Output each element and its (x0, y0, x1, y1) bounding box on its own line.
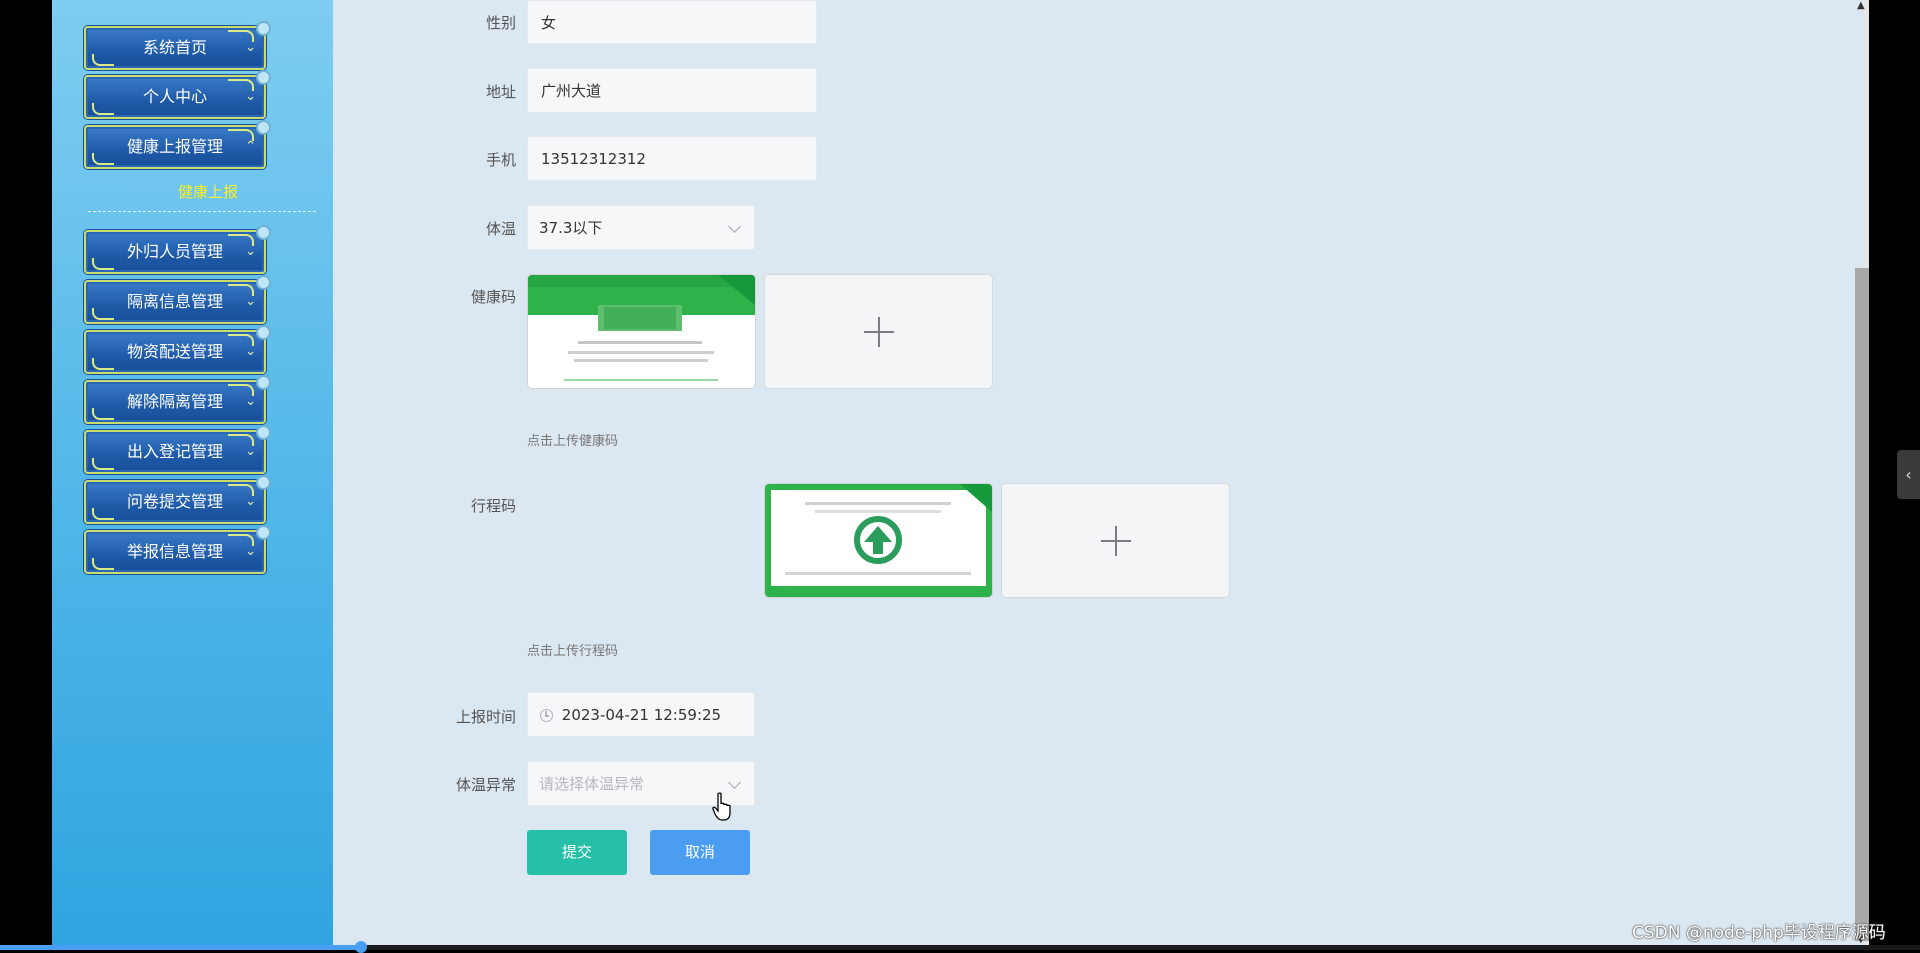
nav-label: 解除隔离管理 (126, 392, 223, 411)
plus-icon (1100, 525, 1131, 556)
nav-release-quarantine-button[interactable]: 解除隔离管理 ⌄ (84, 375, 271, 424)
clock-icon (540, 709, 553, 722)
main-content: 性别 女 地址 广州大道 手机 13512312312 体温 37.3以下 健康… (333, 0, 1864, 950)
chevron-down-icon (728, 776, 741, 789)
health-code-hint: 点击上传健康码 (527, 434, 619, 449)
chevron-down-icon: ⌄ (245, 544, 256, 559)
nav-label: 出入登记管理 (126, 442, 223, 461)
divider (88, 211, 316, 212)
chevron-down-icon (728, 220, 741, 233)
sidebar-subitem-health-report[interactable]: 健康上报 (178, 181, 238, 202)
trip-code-upload-button[interactable] (1001, 483, 1230, 598)
temperature-select[interactable]: 37.3以下 (527, 205, 755, 250)
mouse-pointer-icon (712, 792, 734, 826)
phone-field[interactable]: 13512312312 (527, 136, 817, 181)
phone-label: 手机 (485, 151, 516, 169)
chevron-down-icon: ⌄ (245, 344, 256, 359)
sidebar: 系统首页 ⌄ 个人中心 ⌄ 健康上报管理 ⌃ 健康上报 外归人员管理 ⌄ 隔离信… (52, 0, 333, 950)
scroll-up-arrow-icon[interactable]: ▲ (1857, 0, 1865, 11)
gender-field[interactable]: 女 (527, 0, 817, 44)
health-code-thumbnail[interactable] (527, 274, 756, 389)
trip-code-label: 行程码 (470, 497, 516, 515)
temperature-abnormal-label: 体温异常 (455, 776, 516, 794)
trip-code-hint: 点击上传行程码 (527, 644, 619, 659)
chevron-left-icon: ‹ (1905, 465, 1912, 484)
gender-label: 性别 (485, 14, 516, 32)
chevron-down-icon: ⌄ (245, 244, 256, 259)
nav-label: 个人中心 (142, 87, 207, 106)
health-code-upload-button[interactable] (764, 274, 993, 389)
scrollbar-thumb[interactable] (1855, 268, 1869, 941)
trip-code-thumbnail[interactable] (764, 483, 993, 598)
nav-health-report-button[interactable]: 健康上报管理 ⌃ (84, 120, 271, 169)
nav-personal-center-button[interactable]: 个人中心 ⌄ (84, 70, 271, 119)
report-time-field[interactable]: 2023-04-21 12:59:25 (527, 692, 755, 737)
nav-label: 健康上报管理 (126, 137, 223, 156)
temperature-select-value: 37.3以下 (539, 219, 603, 237)
nav-returnee-button[interactable]: 外归人员管理 ⌄ (84, 225, 271, 274)
chevron-down-icon: ⌄ (245, 294, 256, 309)
plus-icon (863, 316, 894, 347)
nav-report-info-button[interactable]: 举报信息管理 ⌄ (84, 525, 271, 574)
address-label: 地址 (485, 83, 516, 101)
nav-label: 外归人员管理 (126, 242, 223, 261)
side-panel-toggle-button[interactable]: ‹ (1897, 450, 1920, 499)
video-progress-fill (0, 945, 361, 950)
nav-quarantine-info-button[interactable]: 隔离信息管理 ⌄ (84, 275, 271, 324)
chevron-down-icon: ⌄ (245, 40, 256, 55)
chevron-down-icon: ⌄ (245, 89, 256, 104)
chevron-down-icon: ⌄ (245, 394, 256, 409)
chevron-down-icon: ⌄ (245, 494, 256, 509)
submit-button[interactable]: 提交 (527, 830, 627, 875)
nav-label: 系统首页 (142, 38, 207, 57)
nav-label: 隔离信息管理 (126, 292, 223, 311)
address-field[interactable]: 广州大道 (527, 68, 817, 113)
health-code-label: 健康码 (470, 288, 516, 306)
nav-label: 物资配送管理 (126, 342, 223, 361)
nav-questionnaire-button[interactable]: 问卷提交管理 ⌄ (84, 475, 271, 524)
nav-home-button[interactable]: 系统首页 ⌄ (84, 21, 271, 70)
report-time-value: 2023-04-21 12:59:25 (561, 706, 722, 724)
temperature-abnormal-placeholder: 请选择体温异常 (539, 775, 645, 793)
nav-entry-exit-button[interactable]: 出入登记管理 ⌄ (84, 425, 271, 474)
cancel-button[interactable]: 取消 (650, 830, 750, 875)
nav-label: 举报信息管理 (126, 542, 223, 561)
watermark-text: CSDN @node-php毕设程序源码 (1632, 923, 1886, 943)
chevron-up-icon: ⌃ (245, 139, 256, 154)
report-time-label: 上报时间 (455, 708, 516, 726)
temperature-label: 体温 (485, 220, 516, 238)
chevron-down-icon: ⌄ (245, 444, 256, 459)
nav-supplies-button[interactable]: 物资配送管理 ⌄ (84, 325, 271, 374)
video-progress-handle[interactable] (355, 941, 367, 953)
nav-label: 问卷提交管理 (126, 492, 223, 511)
